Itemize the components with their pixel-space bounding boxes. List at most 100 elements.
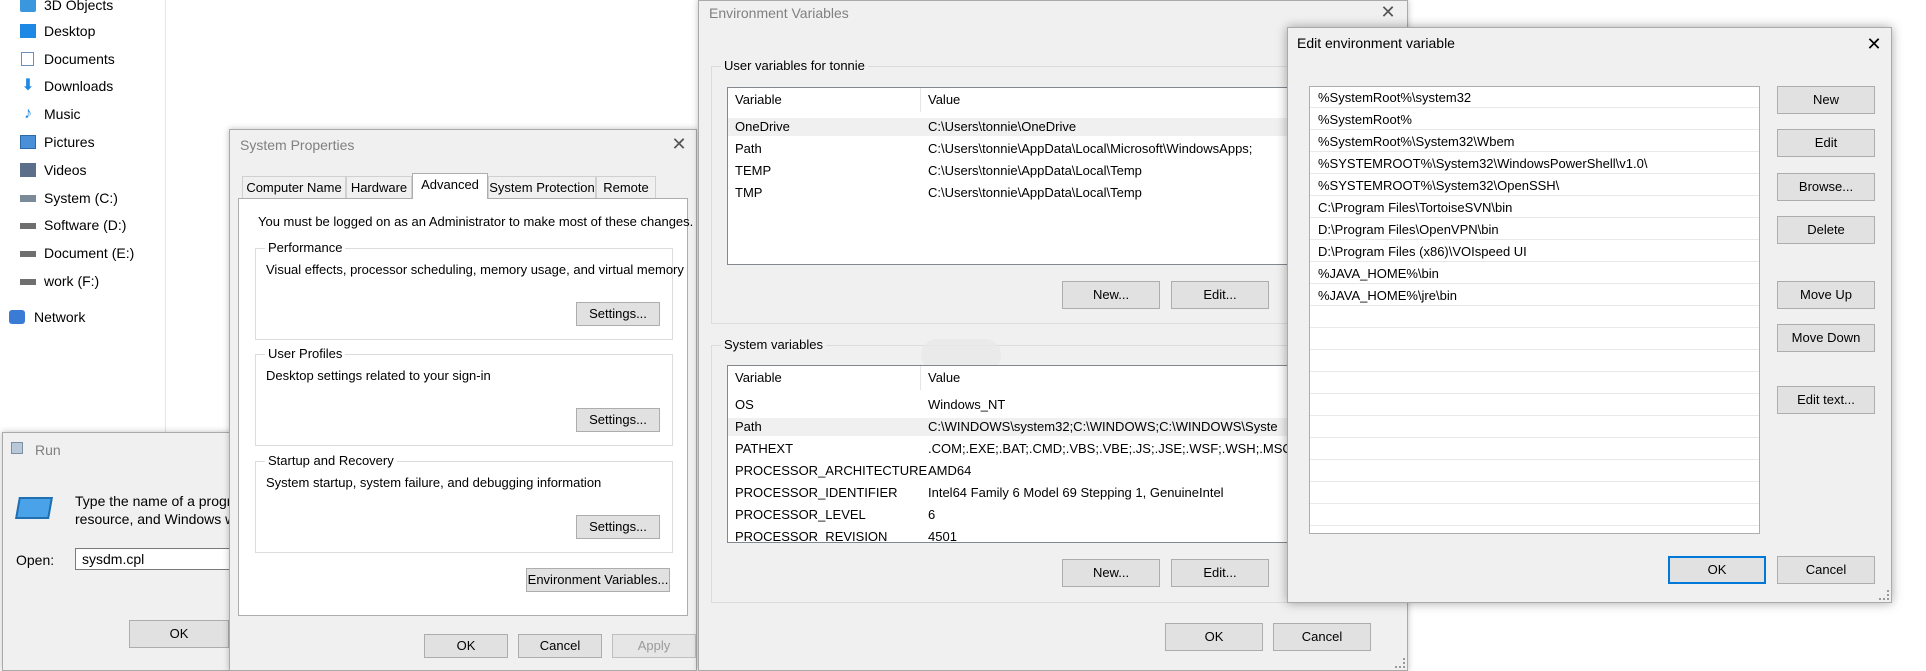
list-item[interactable]: %SYSTEMROOT%\System32\OpenSSH\	[1310, 175, 1759, 196]
performance-label: Performance	[265, 240, 346, 255]
column-header-variable[interactable]: Variable	[735, 88, 782, 112]
user-profiles-settings-button[interactable]: Settings...	[576, 408, 660, 432]
drive-icon	[20, 279, 36, 285]
tab-label: System Protection	[489, 180, 595, 195]
nav-item-pictures[interactable]: Pictures	[0, 131, 165, 153]
path-edit-button[interactable]: Edit	[1777, 129, 1875, 157]
path-edit-text-button[interactable]: Edit text...	[1777, 386, 1875, 414]
table-cell-value: C:\WINDOWS\system32;C:\WINDOWS;C:\WINDOW…	[928, 419, 1278, 434]
list-item[interactable]: %JAVA_HOME%\jre\bin	[1310, 285, 1759, 306]
empty-list-row	[1310, 417, 1759, 438]
admin-note: You must be logged on as an Administrato…	[258, 214, 694, 229]
performance-desc: Visual effects, processor scheduling, me…	[266, 262, 684, 277]
table-cell-value: .COM;.EXE;.BAT;.CMD;.VBS;.VBE;.JS;.JSE;.…	[928, 441, 1292, 456]
table-cell-variable: PROCESSOR_REVISION	[735, 529, 888, 543]
list-item[interactable]: D:\Program Files\OpenVPN\bin	[1310, 219, 1759, 240]
system-edit-button[interactable]: Edit...	[1171, 559, 1269, 587]
close-icon[interactable]: ✕	[1377, 1, 1399, 23]
empty-list-row	[1310, 461, 1759, 482]
system-properties-title: System Properties	[240, 137, 355, 153]
nav-item-downloads[interactable]: ⬇ Downloads	[0, 75, 165, 97]
system-properties-ok-button[interactable]: OK	[424, 634, 508, 658]
table-cell-value: 4501	[928, 529, 957, 543]
run-big-icon	[15, 497, 53, 519]
resize-grip-icon[interactable]	[1879, 590, 1889, 600]
nav-item-label: Pictures	[44, 134, 95, 150]
nav-item-desktop[interactable]: Desktop	[0, 20, 165, 42]
table-cell-variable: PROCESSOR_LEVEL	[735, 507, 866, 522]
nav-item-network[interactable]: Network	[0, 306, 165, 328]
resize-grip-icon[interactable]	[1395, 658, 1405, 668]
nav-item-label: Music	[44, 106, 81, 122]
env-cancel-button[interactable]: Cancel	[1273, 623, 1371, 651]
run-open-input[interactable]: sysdm.cpl	[75, 548, 245, 570]
nav-item-system-c[interactable]: System (C:)	[0, 187, 165, 209]
startup-recovery-settings-button[interactable]: Settings...	[576, 515, 660, 539]
tab-computer-name[interactable]: Computer Name	[242, 176, 346, 198]
close-icon[interactable]: ✕	[1863, 33, 1885, 55]
table-cell-variable: OneDrive	[735, 119, 790, 134]
path-move-up-button[interactable]: Move Up	[1777, 281, 1875, 309]
user-edit-button[interactable]: Edit...	[1171, 281, 1269, 309]
list-item[interactable]: D:\Program Files (x86)\VOIspeed UI	[1310, 241, 1759, 262]
drive-icon	[20, 223, 36, 229]
nav-item-label: work (F:)	[44, 273, 100, 289]
tab-hardware[interactable]: Hardware	[346, 176, 412, 198]
path-new-button[interactable]: New	[1777, 86, 1875, 114]
performance-settings-button[interactable]: Settings...	[576, 302, 660, 326]
table-cell-variable: Path	[735, 419, 762, 434]
system-properties-cancel-button[interactable]: Cancel	[518, 634, 602, 658]
list-item[interactable]: C:\Program Files\TortoiseSVN\bin	[1310, 197, 1759, 218]
path-browse-button[interactable]: Browse...	[1777, 173, 1875, 201]
column-header-value[interactable]: Value	[928, 366, 960, 390]
run-dialog: Run Type the name of a progra resource, …	[2, 432, 245, 671]
table-cell-variable: PROCESSOR_ARCHITECTURE	[735, 463, 928, 478]
nav-item-music[interactable]: ♪ Music	[0, 103, 165, 125]
list-item[interactable]: %JAVA_HOME%\bin	[1310, 263, 1759, 284]
table-cell-variable: TEMP	[735, 163, 772, 178]
nav-item-document-e[interactable]: Document (E:)	[0, 242, 165, 264]
nav-item-label: Documents	[44, 51, 115, 67]
tab-label: Advanced	[421, 177, 479, 192]
empty-list-row	[1310, 307, 1759, 328]
list-item[interactable]: %SystemRoot%	[1310, 109, 1759, 130]
tab-system-protection[interactable]: System Protection	[488, 176, 596, 198]
close-icon[interactable]: ✕	[668, 133, 690, 155]
nav-item-videos[interactable]: Videos	[0, 159, 165, 181]
system-variables-label: System variables	[721, 337, 826, 352]
startup-recovery-desc: System startup, system failure, and debu…	[266, 475, 602, 490]
nav-item-software-d[interactable]: Software (D:)	[0, 214, 165, 236]
column-header-variable[interactable]: Variable	[735, 366, 782, 390]
user-profiles-label: User Profiles	[265, 346, 346, 361]
table-cell-variable: TMP	[735, 185, 763, 200]
nav-item-documents[interactable]: Documents	[0, 48, 165, 70]
edit-env-ok-button[interactable]: OK	[1668, 556, 1766, 584]
nav-item-label: System (C:)	[44, 190, 118, 206]
downloads-icon: ⬇	[21, 77, 35, 94]
path-move-down-button[interactable]: Move Down	[1777, 324, 1875, 352]
system-new-button[interactable]: New...	[1062, 559, 1160, 587]
run-open-label: Open:	[16, 552, 55, 568]
env-ok-button[interactable]: OK	[1165, 623, 1263, 651]
edit-env-cancel-button[interactable]: Cancel	[1777, 556, 1875, 584]
table-cell-value: C:\Users\tonnie\AppData\Local\Temp	[928, 163, 1142, 178]
list-item[interactable]: %SystemRoot%\system32	[1310, 87, 1759, 108]
tab-advanced[interactable]: Advanced	[412, 173, 488, 199]
column-header-value[interactable]: Value	[928, 88, 960, 112]
run-ok-button[interactable]: OK	[129, 620, 229, 648]
list-item[interactable]: %SYSTEMROOT%\System32\WindowsPowerShell\…	[1310, 153, 1759, 174]
documents-icon	[21, 52, 34, 66]
path-list[interactable]: %SystemRoot%\system32 %SystemRoot% %Syst…	[1309, 86, 1760, 534]
tab-label: Remote	[603, 180, 649, 195]
user-new-button[interactable]: New...	[1062, 281, 1160, 309]
tab-remote[interactable]: Remote	[596, 176, 656, 198]
table-cell-value: C:\Users\tonnie\AppData\Local\Temp	[928, 185, 1142, 200]
environment-variables-button[interactable]: Environment Variables...	[526, 568, 670, 592]
path-delete-button[interactable]: Delete	[1777, 216, 1875, 244]
list-item[interactable]: %SystemRoot%\System32\Wbem	[1310, 131, 1759, 152]
nav-item-label: Network	[34, 309, 86, 325]
system-properties-window: System Properties ✕ Computer Name Hardwa…	[229, 129, 697, 671]
nav-item-3d-objects[interactable]: 3D Objects	[0, 0, 165, 16]
nav-item-work-f[interactable]: work (F:)	[0, 270, 165, 292]
table-cell-value: C:\Users\tonnie\AppData\Local\Microsoft\…	[928, 141, 1253, 156]
